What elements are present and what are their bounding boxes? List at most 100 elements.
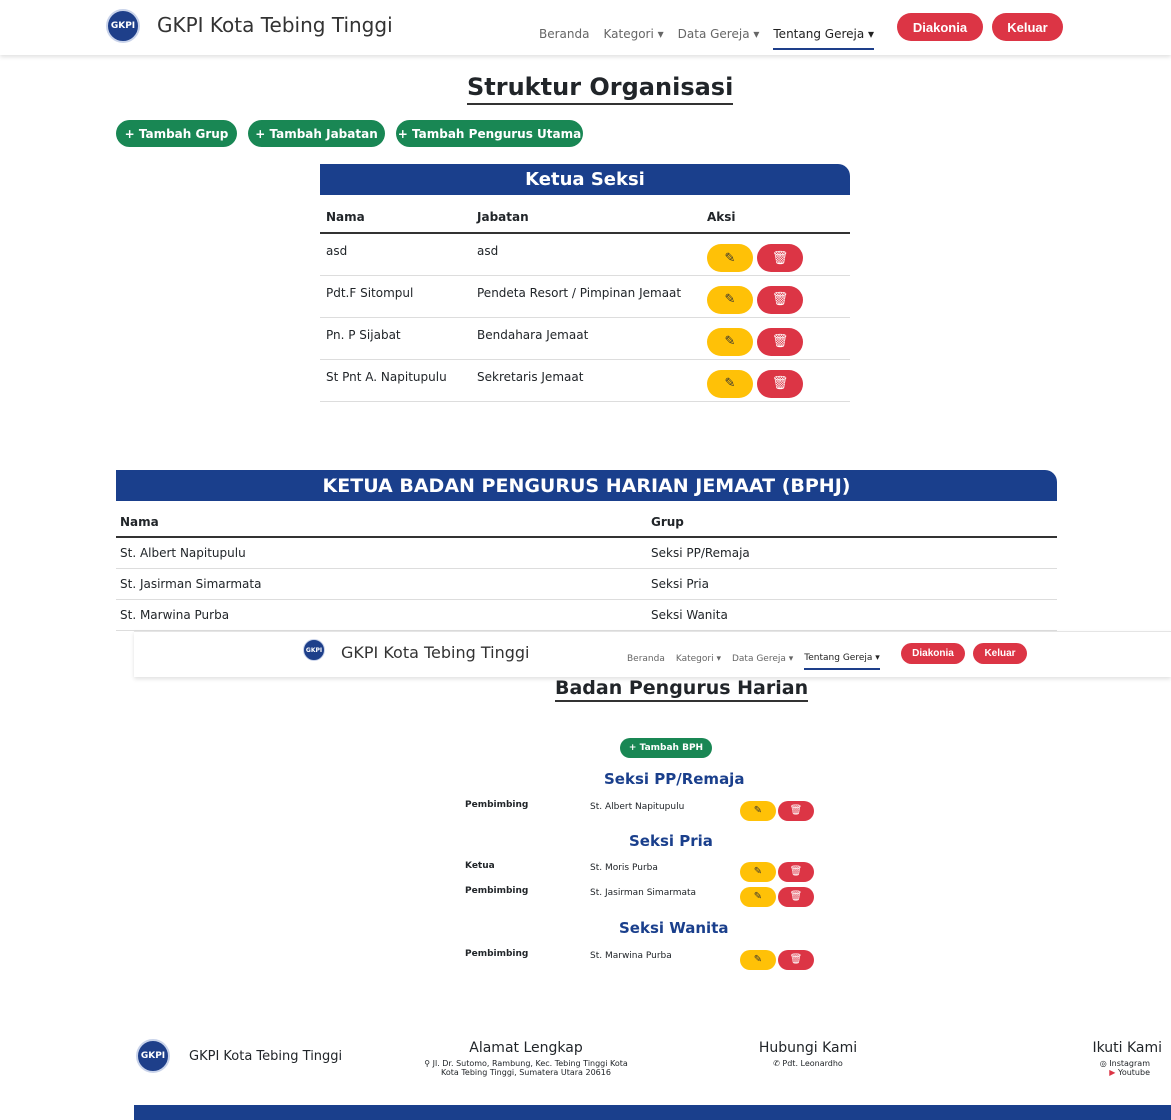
cell-jabatan: Bendahara Jemaat	[471, 317, 701, 360]
column-header-aksi: Aksi	[701, 202, 850, 234]
keluar-button[interactable]: Keluar	[992, 13, 1063, 41]
trash-icon[interactable]: 🗑	[757, 285, 803, 314]
edit-icon[interactable]: ✎	[707, 369, 753, 398]
edit-icon[interactable]: ✎	[740, 861, 776, 882]
contact-title: Hubungi Kami	[758, 1040, 858, 1056]
contact-line[interactable]: ✆ Pdt. Leonardho	[740, 1059, 876, 1068]
nav-beranda[interactable]: Beranda	[627, 654, 665, 664]
instagram-label: Instagram	[1109, 1059, 1150, 1068]
add-main-officer-button[interactable]: + Tambah Pengurus Utama	[396, 120, 583, 147]
member-name: St. Moris Purba	[590, 863, 658, 873]
brand-name[interactable]: GKPI Kota Tebing Tinggi	[157, 13, 393, 37]
nav-kategori[interactable]: Kategori ▾	[676, 654, 721, 664]
youtube-icon: ▶	[1109, 1068, 1116, 1077]
section-pria: Seksi Pria	[629, 832, 713, 850]
diakonia-button[interactable]: Diakonia	[897, 13, 983, 41]
edit-icon[interactable]: ✎	[740, 949, 776, 970]
table-header-row: Nama Jabatan Aksi	[320, 202, 850, 234]
instagram-link[interactable]: ◎ Instagram	[1046, 1059, 1162, 1068]
add-bph-button[interactable]: + Tambah BPH	[620, 738, 712, 758]
cell-actions: ✎ 🗑	[701, 233, 850, 276]
trash-icon[interactable]: 🗑	[757, 244, 803, 272]
member-actions: ✎ 🗑	[740, 884, 814, 907]
edit-icon[interactable]: ✎	[740, 886, 776, 907]
edit-icon[interactable]: ✎	[707, 327, 753, 356]
ketua-seksi-table: Nama Jabatan Aksi asd asd ✎ 🗑 Pdt.F Sitom…	[320, 202, 850, 402]
cell-grup: Seksi Pria	[647, 568, 1057, 600]
member-name: St. Albert Napitupulu	[590, 802, 685, 812]
address-title: Alamat Lengkap	[469, 1040, 583, 1056]
edit-icon[interactable]: ✎	[707, 244, 753, 272]
cell-nama: St Pnt A. Napitupulu	[320, 359, 471, 402]
cell-nama: Pn. P Sijabat	[320, 317, 471, 360]
cell-nama: St. Jasirman Simarmata	[116, 568, 647, 600]
add-position-button[interactable]: + Tambah Jabatan	[248, 120, 385, 147]
member-name: St. Jasirman Simarmata	[590, 888, 697, 898]
nav-links: Beranda Kategori ▾ Data Gereja ▾ Tentang…	[627, 647, 894, 670]
nav-tentang-gereja[interactable]: Tentang Gereja ▾	[804, 653, 880, 670]
footer-bar	[134, 1105, 1171, 1120]
table-row: St. Marwina Purba Seksi Wanita	[116, 599, 1057, 631]
diakonia-button[interactable]: Diakonia	[901, 643, 965, 664]
cell-grup: Seksi Wanita	[647, 599, 1057, 631]
table-header-row: Nama Grup	[116, 507, 1057, 538]
member-role: Pembimbing	[465, 949, 529, 959]
trash-icon[interactable]: 🗑	[778, 886, 814, 907]
member-name: St. Marwina Purba	[590, 951, 672, 961]
ketua-seksi-title: Ketua Seksi	[320, 164, 850, 195]
church-logo[interactable]: GKPI	[106, 9, 140, 43]
trash-icon[interactable]: 🗑	[778, 800, 814, 821]
table-row: Pdt.F Sitompul Pendeta Resort / Pimpinan…	[320, 275, 850, 318]
nav-kategori[interactable]: Kategori ▾	[603, 27, 663, 41]
nav-data-gereja[interactable]: Data Gereja ▾	[732, 654, 793, 664]
page-title: Struktur Organisasi	[467, 73, 734, 105]
section-wanita: Seksi Wanita	[619, 919, 729, 937]
nav-links: Beranda Kategori ▾ Data Gereja ▾ Tentang…	[539, 18, 888, 50]
footer-social: Ikuti Kami ◎ Instagram ▶ Youtube	[1046, 1040, 1162, 1077]
member-actions: ✎ 🗑	[740, 798, 814, 821]
footer-brand: GKPI Kota Tebing Tinggi	[189, 1049, 343, 1064]
cell-jabatan: Pendeta Resort / Pimpinan Jemaat	[471, 275, 701, 318]
column-header-nama: Nama	[116, 507, 647, 538]
trash-icon[interactable]: 🗑	[778, 861, 814, 882]
phone-icon: ✆	[773, 1059, 780, 1068]
member-role: Pembimbing	[465, 886, 529, 896]
cell-jabatan: Sekretaris Jemaat	[471, 359, 701, 402]
youtube-link[interactable]: ▶ Youtube	[1046, 1068, 1162, 1077]
address-line-1: ⚲ Jl. Dr. Sutomo, Rambung, Kec. Tebing T…	[376, 1059, 676, 1068]
nav-beranda[interactable]: Beranda	[539, 27, 589, 41]
trash-icon[interactable]: 🗑	[757, 327, 803, 356]
member-actions: ✎ 🗑	[740, 859, 814, 882]
bphj-title: KETUA BADAN PENGURUS HARIAN JEMAAT (BPHJ…	[116, 470, 1057, 501]
contact-name: Pdt. Leonardho	[782, 1059, 843, 1068]
column-header-grup: Grup	[647, 507, 1057, 538]
edit-icon[interactable]: ✎	[707, 285, 753, 314]
table-row: asd asd ✎ 🗑	[320, 233, 850, 276]
trash-icon[interactable]: 🗑	[778, 949, 814, 970]
church-logo[interactable]: GKPI	[303, 639, 325, 661]
youtube-label: Youtube	[1118, 1068, 1150, 1077]
cell-grup: Seksi PP/Remaja	[647, 537, 1057, 569]
cell-actions: ✎ 🗑	[701, 317, 850, 360]
map-pin-icon: ⚲	[424, 1059, 431, 1068]
keluar-button[interactable]: Keluar	[973, 643, 1027, 664]
trash-icon[interactable]: 🗑	[757, 369, 803, 398]
table-row: St. Jasirman Simarmata Seksi Pria	[116, 568, 1057, 600]
column-header-nama: Nama	[320, 202, 471, 234]
footer-logo: GKPI	[136, 1039, 170, 1073]
cell-actions: ✎ 🗑	[701, 275, 850, 318]
add-group-button[interactable]: + Tambah Grup	[116, 120, 237, 147]
bph-title: Badan Pengurus Harian	[555, 677, 809, 702]
brand-name[interactable]: GKPI Kota Tebing Tinggi	[341, 643, 530, 662]
nav-data-gereja[interactable]: Data Gereja ▾	[678, 27, 760, 41]
table-row: St Pnt A. Napitupulu Sekretaris Jemaat ✎…	[320, 359, 850, 402]
social-title: Ikuti Kami	[1092, 1040, 1162, 1056]
cell-nama: St. Marwina Purba	[116, 599, 647, 631]
nav-tentang-gereja[interactable]: Tentang Gereja ▾	[773, 27, 875, 50]
address-text: Jl. Dr. Sutomo, Rambung, Kec. Tebing Tin…	[432, 1059, 628, 1068]
member-role: Pembimbing	[465, 800, 529, 810]
member-actions: ✎ 🗑	[740, 947, 814, 970]
edit-icon[interactable]: ✎	[740, 800, 776, 821]
member-role: Ketua	[465, 861, 495, 871]
table-row: St. Albert Napitupulu Seksi PP/Remaja	[116, 537, 1057, 569]
